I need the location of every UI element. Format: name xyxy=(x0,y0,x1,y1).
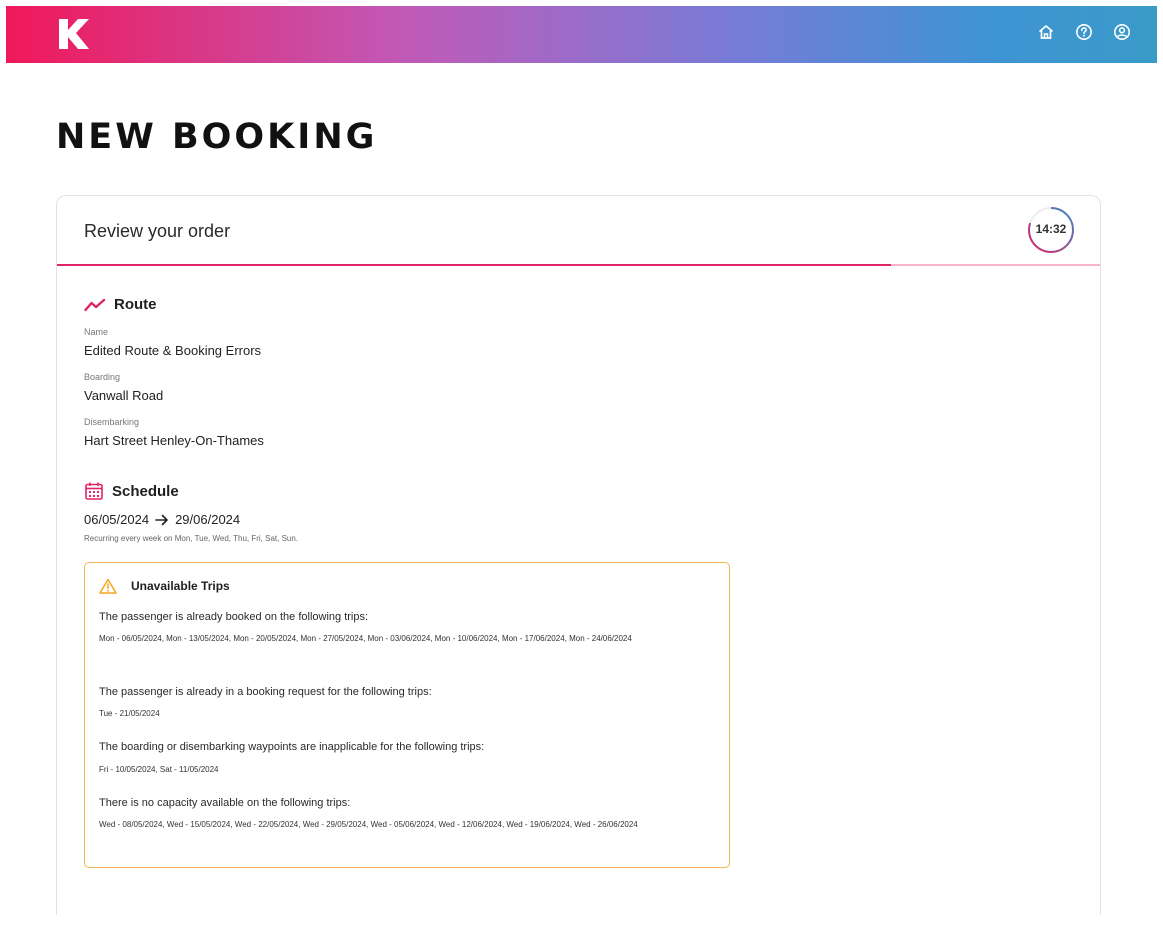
arrow-right-icon xyxy=(155,514,168,525)
account-icon[interactable] xyxy=(1113,23,1131,41)
page-title: NEW BOOKING xyxy=(56,117,378,157)
route-name-label: Name xyxy=(84,327,109,337)
schedule-date-range: 06/05/2024 29/06/2024 xyxy=(84,512,240,527)
unavailable-trips-alert: Unavailable Trips The passenger is alrea… xyxy=(84,562,730,868)
route-heading-label: Route xyxy=(114,296,157,313)
disembarking-value: Hart Street Henley-On-Thames xyxy=(84,433,264,448)
k-logo-icon[interactable] xyxy=(56,18,90,50)
disembarking-label: Disembarking xyxy=(84,417,140,427)
timer-text: 14:32 xyxy=(1035,222,1067,236)
recurrence-text: Recurring every week on Mon, Tue, Wed, T… xyxy=(84,534,299,543)
card-title: Review your order xyxy=(84,221,231,241)
alert-title-label: Unavailable Trips xyxy=(131,579,230,593)
review-order-card: Review your order 14:32 Route Name Edite… xyxy=(56,195,1101,915)
step-progress-fill xyxy=(57,264,892,266)
request-trips-list: Tue - 21/05/2024 xyxy=(99,709,160,718)
home-icon[interactable] xyxy=(1037,23,1055,41)
top-bar xyxy=(6,6,1157,63)
alert-title: Unavailable Trips xyxy=(99,578,230,594)
booked-trips-list: Mon - 06/05/2024, Mon - 13/05/2024, Mon … xyxy=(99,634,632,643)
countdown-timer: 14:32 xyxy=(1027,206,1075,254)
route-name-value: Edited Route & Booking Errors xyxy=(84,343,262,358)
capacity-trips-list: Wed - 08/05/2024, Wed - 15/05/2024, Wed … xyxy=(99,820,638,829)
booked-trips-heading: The passenger is already booked on the f… xyxy=(99,611,369,623)
start-date: 06/05/2024 xyxy=(84,512,150,527)
schedule-heading-label: Schedule xyxy=(112,482,179,500)
help-icon[interactable] xyxy=(1075,23,1093,41)
route-trend-icon xyxy=(84,298,106,311)
waypoint-trips-heading: The boarding or disembarking waypoints a… xyxy=(99,741,485,753)
card-header: Review your order 14:32 xyxy=(57,196,1100,266)
end-date: 29/06/2024 xyxy=(175,512,241,527)
boarding-label: Boarding xyxy=(84,372,121,382)
calendar-icon xyxy=(85,482,103,500)
capacity-trips-heading: There is no capacity available on the fo… xyxy=(99,797,351,809)
step-progress-track xyxy=(57,264,1100,266)
boarding-value: Vanwall Road xyxy=(84,388,164,403)
warning-icon xyxy=(99,578,117,594)
waypoint-trips-list: Fri - 10/05/2024, Sat - 11/05/2024 xyxy=(99,765,219,774)
request-trips-heading: The passenger is already in a booking re… xyxy=(99,686,432,698)
schedule-heading: Schedule xyxy=(84,481,179,501)
route-heading: Route xyxy=(84,296,157,313)
